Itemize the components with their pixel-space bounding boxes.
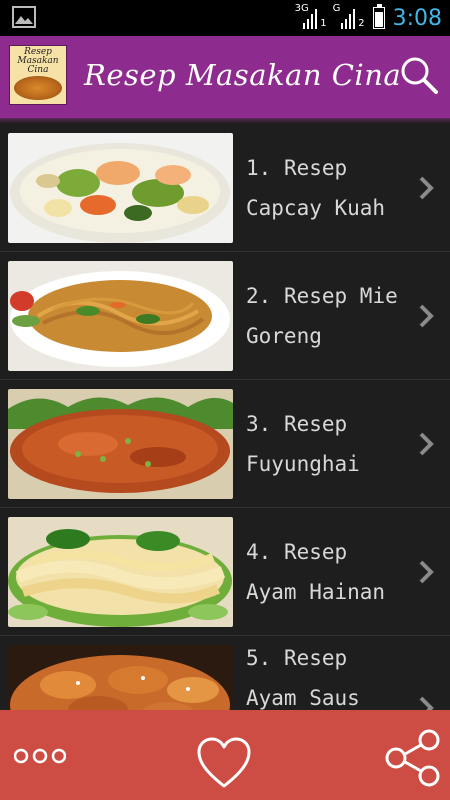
status-bar: 3G 1 G 2 3:08 [0, 0, 450, 36]
signal1-sub: 1 [320, 18, 327, 29]
chevron-right-icon [416, 430, 436, 458]
recipe-thumbnail [8, 261, 233, 371]
signal-3g-icon: 3G 1 [295, 3, 327, 29]
battery-icon [372, 4, 385, 29]
chevron-right-icon [416, 558, 436, 586]
recipe-title: 3. Resep Fuyunghai [246, 412, 360, 476]
chevron-right-icon [416, 694, 436, 710]
signal-g-icon: G 2 [333, 3, 365, 29]
chevron-right-icon [416, 302, 436, 330]
signal2-sub: 2 [358, 18, 365, 29]
chevron-right-icon [416, 174, 436, 202]
more-icon[interactable] [13, 746, 67, 766]
recipe-title: 2. Resep Mie Goreng [246, 284, 398, 348]
app-header: Resep Masakan Cina Resep Masakan Cina [0, 36, 450, 118]
signal2-label: G [332, 3, 341, 14]
app-logo: Resep Masakan Cina [9, 45, 67, 105]
clock: 3:08 [392, 5, 442, 31]
share-icon[interactable] [382, 728, 442, 788]
signal1-label: 3G [294, 3, 309, 14]
recipe-item-ayam-hainan[interactable]: 4. Resep Ayam Hainan [0, 508, 450, 636]
image-icon [12, 6, 36, 28]
recipe-item-capcay[interactable]: 1. Resep Capcay Kuah [0, 124, 450, 252]
search-icon[interactable] [398, 54, 440, 96]
heart-icon[interactable] [196, 736, 252, 790]
app-title: Resep Masakan Cina [84, 58, 402, 92]
recipe-list: 1. Resep Capcay Kuah 2. Resep Mie Goreng… [0, 124, 450, 710]
recipe-item-ayam-saus[interactable]: 5. Resep Ayam Saus [0, 636, 450, 710]
bottom-action-bar [0, 710, 450, 800]
recipe-thumbnail [8, 517, 233, 627]
recipe-item-mie-goreng[interactable]: 2. Resep Mie Goreng [0, 252, 450, 380]
recipe-title: 5. Resep Ayam Saus [246, 646, 360, 710]
recipe-title: 4. Resep Ayam Hainan [246, 540, 386, 604]
recipe-title: 1. Resep Capcay Kuah [246, 156, 386, 220]
recipe-item-fuyunghai[interactable]: 3. Resep Fuyunghai [0, 380, 450, 508]
recipe-thumbnail [8, 389, 233, 499]
recipe-thumbnail [8, 133, 233, 243]
recipe-thumbnail [8, 645, 233, 710]
